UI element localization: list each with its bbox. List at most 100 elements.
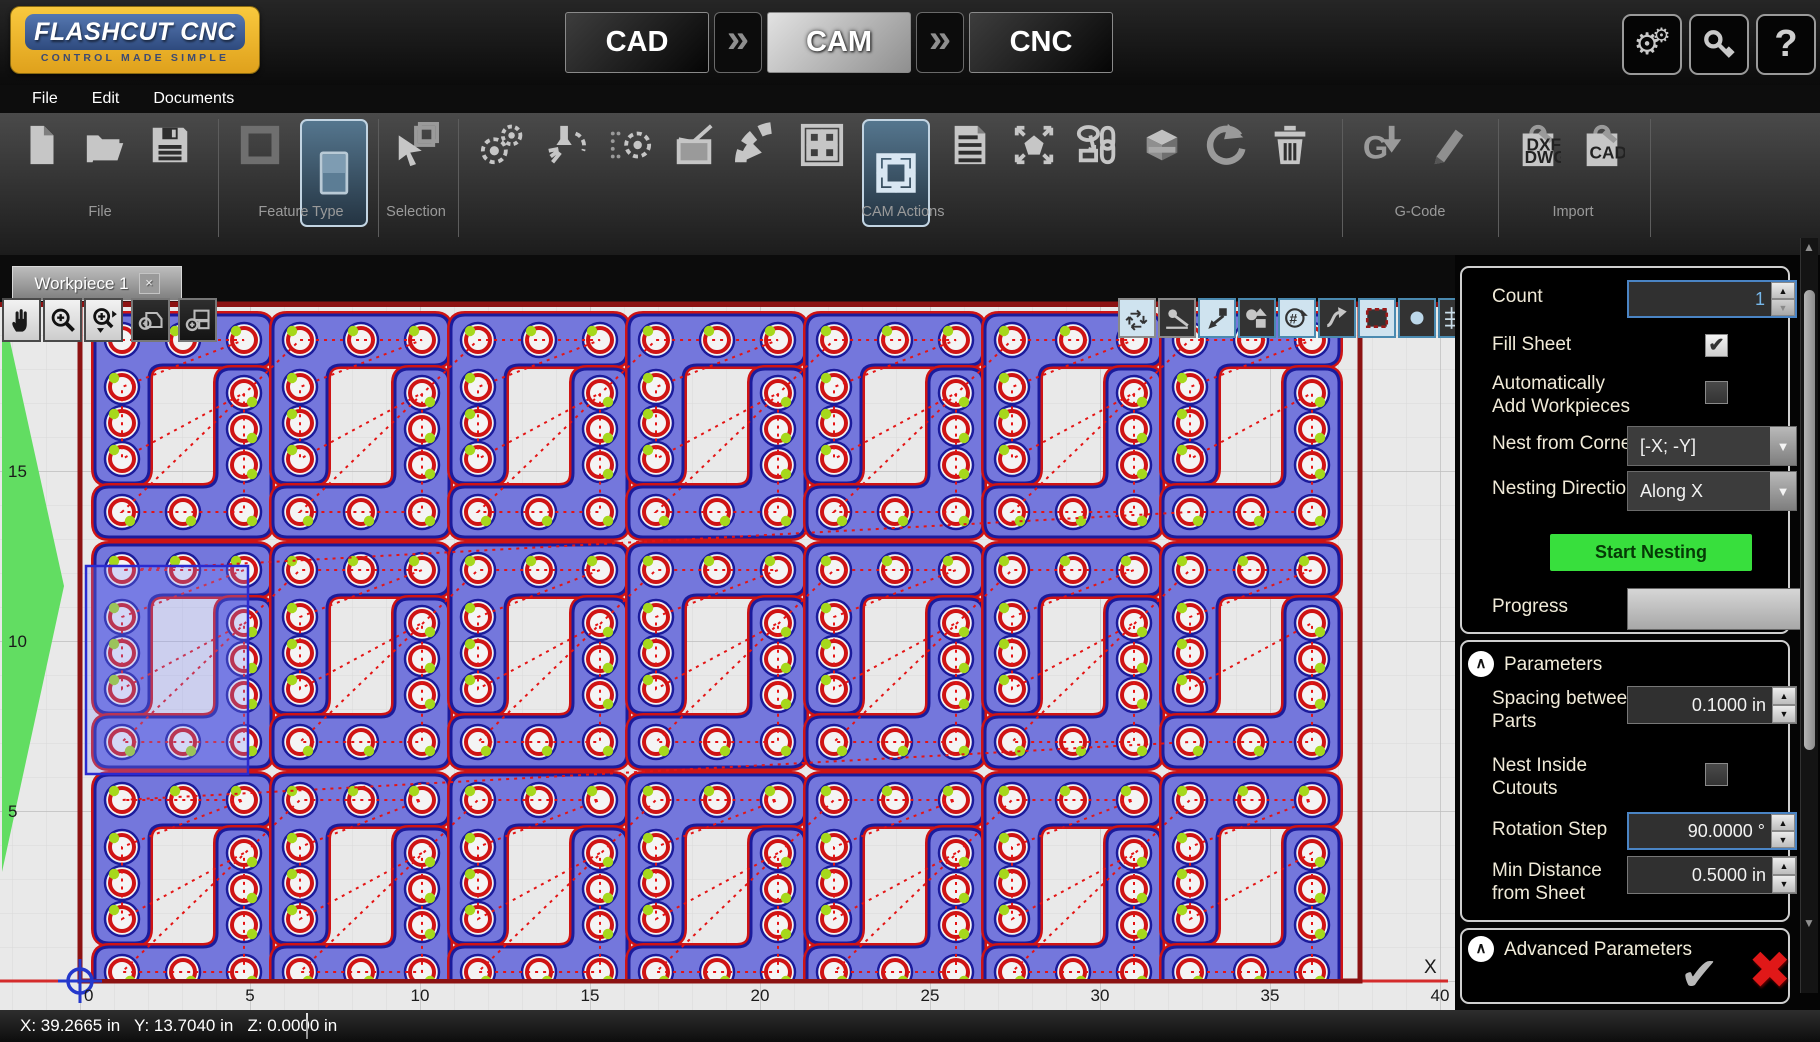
zoom-part-icon bbox=[137, 306, 165, 334]
key-icon bbox=[1702, 28, 1736, 62]
spacing-input[interactable]: 0.1000 in ▲ ▼ bbox=[1627, 686, 1797, 724]
menu-documents[interactable]: Documents bbox=[143, 88, 244, 110]
selection-tool-button[interactable] bbox=[392, 121, 440, 169]
confirm-button[interactable]: ✔ bbox=[1680, 947, 1719, 1001]
cancel-button[interactable]: ✖ bbox=[1748, 941, 1792, 1001]
generate-gcode-button[interactable] bbox=[1360, 121, 1408, 169]
new-file-button[interactable] bbox=[18, 121, 66, 169]
save-file-button[interactable] bbox=[146, 121, 194, 169]
spin-down-icon[interactable]: ▼ bbox=[1772, 875, 1796, 893]
measure-tool-button[interactable] bbox=[1158, 298, 1196, 338]
torch-settings-button[interactable] bbox=[542, 121, 590, 169]
help-button[interactable]: ? bbox=[1756, 14, 1816, 75]
spin-up-icon[interactable]: ▲ bbox=[1772, 687, 1796, 705]
edit-gcode-button[interactable] bbox=[1424, 121, 1472, 169]
spin-up-icon[interactable]: ▲ bbox=[1771, 282, 1795, 299]
progress-bar bbox=[1627, 588, 1801, 630]
zoom-to-sheet-button[interactable] bbox=[178, 298, 217, 342]
scroll-down-icon[interactable]: ▼ bbox=[1803, 916, 1815, 930]
gears-icon bbox=[479, 122, 525, 168]
count-input[interactable]: 1 ▲ ▼ bbox=[1627, 280, 1797, 318]
group-label-cam-actions: CAM Actions bbox=[862, 204, 945, 220]
fit-to-sheet-button[interactable] bbox=[1010, 121, 1058, 169]
cam-mode-button[interactable]: CAM bbox=[767, 12, 911, 73]
scrollbar-thumb[interactable] bbox=[1804, 290, 1815, 750]
pan-tool-button[interactable] bbox=[2, 298, 41, 342]
min-distance-spinner[interactable]: ▲ ▼ bbox=[1772, 857, 1796, 893]
zoom-to-part-button[interactable] bbox=[131, 298, 170, 342]
spacing-spinner[interactable]: ▲ ▼ bbox=[1772, 687, 1796, 723]
min-distance-input[interactable]: 0.5000 in ▲ ▼ bbox=[1627, 856, 1797, 894]
transform-link-button[interactable] bbox=[1074, 121, 1122, 169]
nest-from-corner-dropdown[interactable]: [-X; -Y] ▼ bbox=[1627, 426, 1797, 466]
collapse-advanced-icon[interactable]: ∧ bbox=[1468, 936, 1494, 962]
count-spinner[interactable]: ▲ ▼ bbox=[1771, 282, 1795, 316]
group-label-import: Import bbox=[1552, 204, 1593, 220]
simulate-button[interactable] bbox=[670, 121, 718, 169]
undo-button[interactable] bbox=[1202, 121, 1250, 169]
point-tool-button[interactable] bbox=[1398, 298, 1436, 338]
cad-mode-button[interactable]: CAD bbox=[565, 12, 709, 73]
spin-down-icon[interactable]: ▼ bbox=[1772, 705, 1796, 723]
spin-up-icon[interactable]: ▲ bbox=[1771, 814, 1795, 831]
cnc-mode-button[interactable]: CNC bbox=[969, 12, 1113, 73]
tab-title: Workpiece 1 bbox=[34, 274, 128, 294]
spacing-value: 0.1000 in bbox=[1628, 695, 1772, 716]
recycle-tool-button[interactable] bbox=[1118, 298, 1156, 338]
feature-outline-button[interactable] bbox=[236, 121, 284, 169]
nest-from-corner-label: Nest from Corner bbox=[1492, 433, 1638, 455]
convert-units-button[interactable] bbox=[1278, 298, 1316, 338]
workpiece-canvas[interactable]: 051015202530354051015X Workpiece 1 × bbox=[0, 255, 1455, 1010]
svg-text:20: 20 bbox=[751, 986, 770, 1005]
panel-scrollbar[interactable]: ▲ ▼ bbox=[1800, 238, 1818, 993]
chevron-down-icon: ▼ bbox=[1770, 472, 1796, 510]
fill-sheet-checkbox[interactable]: ✔ bbox=[1705, 334, 1728, 357]
rotation-spinner[interactable]: ▲ ▼ bbox=[1771, 814, 1795, 848]
material-box-button[interactable] bbox=[1138, 121, 1186, 169]
delete-button[interactable] bbox=[1266, 121, 1314, 169]
rotation-step-value: 90.0000 ° bbox=[1629, 821, 1771, 842]
auto-add-checkbox[interactable] bbox=[1705, 381, 1728, 404]
zoom-options-button[interactable] bbox=[84, 298, 123, 342]
menu-file[interactable]: File bbox=[22, 88, 68, 110]
svg-text:30: 30 bbox=[1091, 986, 1110, 1005]
curve-fit-button[interactable] bbox=[1318, 298, 1356, 338]
zoom-in-button[interactable] bbox=[43, 298, 82, 342]
shapes-tool-button[interactable] bbox=[1238, 298, 1276, 338]
spin-down-icon[interactable]: ▼ bbox=[1771, 831, 1795, 848]
nesting-direction-dropdown[interactable]: Along X ▼ bbox=[1627, 471, 1797, 511]
nest-inside-checkbox[interactable] bbox=[1705, 763, 1728, 786]
marquee-select-button[interactable] bbox=[1358, 298, 1396, 338]
parameters-header: Parameters bbox=[1504, 654, 1602, 676]
logo-title: FLASHCUT CNC bbox=[34, 18, 236, 47]
tab-close-icon[interactable]: × bbox=[139, 273, 160, 294]
license-key-button[interactable] bbox=[1689, 14, 1749, 75]
menu-edit[interactable]: Edit bbox=[82, 88, 130, 110]
move-node-icon bbox=[1204, 305, 1230, 331]
curve-fit-icon bbox=[1324, 305, 1350, 331]
rotation-step-label: Rotation Step bbox=[1492, 819, 1607, 841]
scroll-up-icon[interactable]: ▲ bbox=[1803, 240, 1815, 254]
nesting-drawing[interactable]: 051015202530354051015X bbox=[0, 255, 1455, 1010]
import-cad-button[interactable]: CAD bbox=[1578, 121, 1626, 169]
kerf-wheel-button[interactable] bbox=[734, 121, 782, 169]
import-dxf-button[interactable]: DXFDWG bbox=[1514, 121, 1562, 169]
marquee-select-icon bbox=[1364, 305, 1390, 331]
tab-workpiece-1[interactable]: Workpiece 1 × bbox=[12, 266, 182, 301]
rotation-step-input[interactable]: 90.0000 ° ▲ ▼ bbox=[1627, 812, 1797, 850]
spin-up-icon[interactable]: ▲ bbox=[1772, 857, 1796, 875]
machine-settings-button[interactable] bbox=[478, 121, 526, 169]
svg-text:10: 10 bbox=[8, 632, 27, 651]
move-node-button[interactable] bbox=[1198, 298, 1236, 338]
svg-text:25: 25 bbox=[921, 986, 940, 1005]
cursor-arrow-icon bbox=[393, 122, 439, 168]
toolpath-settings-button[interactable] bbox=[606, 121, 654, 169]
open-file-button[interactable] bbox=[82, 121, 130, 169]
settings-button[interactable]: ⚙⚙ bbox=[1622, 14, 1682, 75]
grid-array-button[interactable] bbox=[798, 121, 846, 169]
filled-part-icon bbox=[312, 131, 356, 215]
spin-down-icon[interactable]: ▼ bbox=[1771, 299, 1795, 316]
report-button[interactable] bbox=[946, 121, 994, 169]
start-nesting-button[interactable]: Start Nesting bbox=[1550, 534, 1752, 571]
collapse-parameters-icon[interactable]: ∧ bbox=[1468, 651, 1494, 677]
